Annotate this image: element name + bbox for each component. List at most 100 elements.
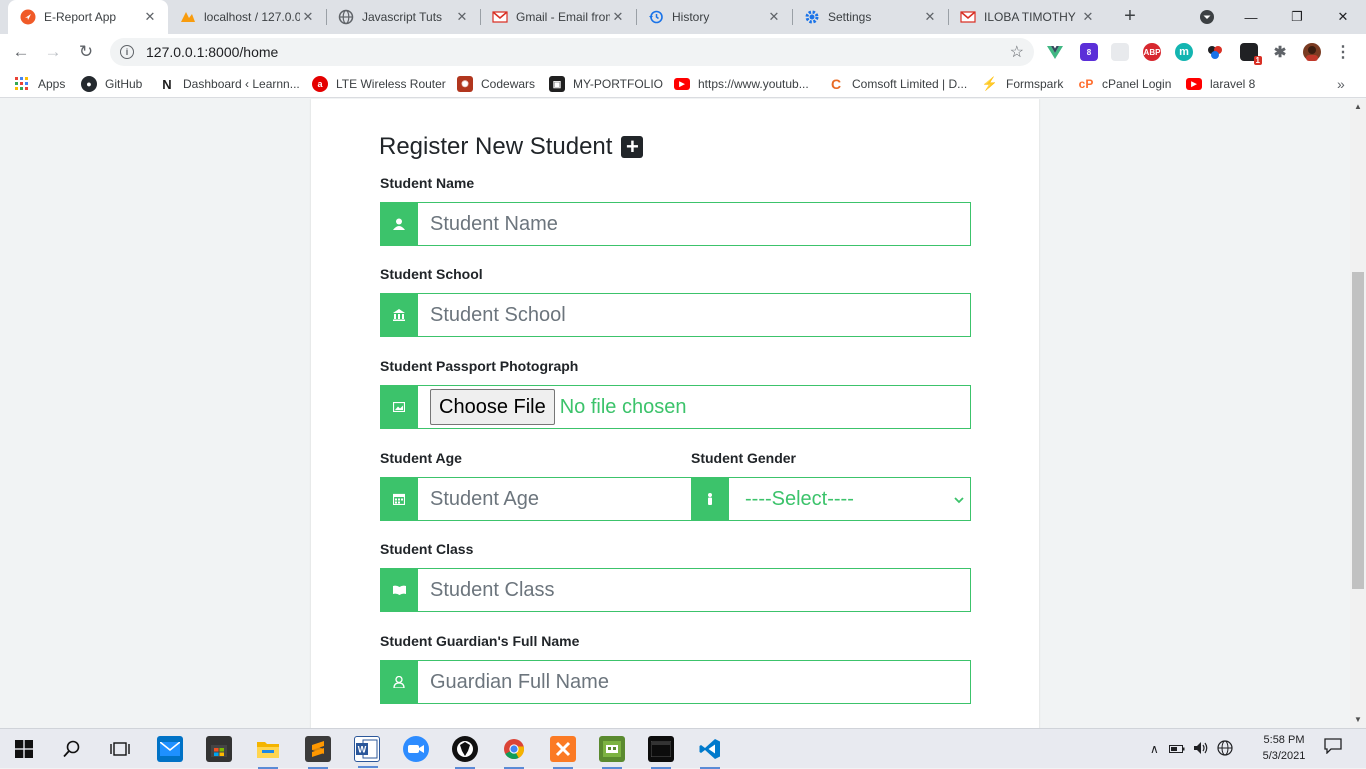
tab-search-icon[interactable] bbox=[1184, 0, 1230, 34]
bookmark-github[interactable]: ● GitHub bbox=[81, 75, 142, 93]
vscode-icon[interactable] bbox=[697, 736, 723, 769]
student-name-label: Student Name bbox=[380, 175, 475, 191]
bookmark-apps[interactable]: Apps bbox=[14, 75, 65, 93]
search-icon[interactable] bbox=[59, 736, 85, 762]
codewars-icon: ✺ bbox=[457, 76, 473, 92]
scroll-up-icon[interactable]: ▲ bbox=[1350, 99, 1366, 115]
close-icon[interactable]: ✕ bbox=[300, 9, 316, 25]
bookmark-comsoft[interactable]: C Comsoft Limited | D... bbox=[828, 75, 967, 93]
zoom-icon[interactable] bbox=[403, 736, 429, 762]
minecraft-icon[interactable] bbox=[599, 736, 625, 769]
notification-icon[interactable] bbox=[1322, 738, 1344, 758]
new-tab-icon[interactable]: + bbox=[1118, 5, 1142, 29]
word-icon[interactable]: W bbox=[354, 736, 380, 768]
phpmyadmin-icon bbox=[180, 9, 196, 25]
chrome-icon[interactable] bbox=[501, 736, 527, 769]
restore-icon[interactable]: ❐ bbox=[1274, 0, 1320, 34]
tab-gmail[interactable]: Gmail - Email from ✕ bbox=[480, 0, 636, 34]
window-close-icon[interactable]: ✕ bbox=[1320, 0, 1366, 34]
student-passport-label: Student Passport Photograph bbox=[380, 358, 579, 374]
close-icon[interactable]: ✕ bbox=[922, 9, 938, 25]
menu-kebab-icon[interactable]: ⋮ bbox=[1334, 43, 1352, 61]
guardian-name-input[interactable] bbox=[418, 660, 971, 704]
student-class-group bbox=[380, 568, 971, 612]
sublime-icon[interactable] bbox=[305, 736, 331, 769]
close-icon[interactable]: ✕ bbox=[454, 9, 470, 25]
bookmark-cpanel[interactable]: cP cPanel Login bbox=[1078, 75, 1172, 93]
extension-blank-icon[interactable] bbox=[1111, 43, 1129, 61]
bookmark-star-icon[interactable]: ☆ bbox=[1010, 42, 1024, 62]
task-view-icon[interactable] bbox=[107, 736, 133, 762]
page-viewport: Register New Student + Student Name Stud… bbox=[0, 99, 1350, 728]
back-icon[interactable]: ← bbox=[8, 39, 34, 65]
circles-extension-icon[interactable] bbox=[1206, 43, 1224, 61]
m-extension-icon[interactable]: m bbox=[1175, 43, 1193, 61]
extension-1-icon[interactable]: 1 bbox=[1240, 43, 1262, 65]
puzzle-icon[interactable]: ✱ bbox=[1271, 43, 1289, 61]
scrollbar-thumb[interactable] bbox=[1352, 272, 1364, 589]
file-explorer-icon[interactable] bbox=[255, 736, 281, 769]
tab-iloba-timothy[interactable]: ILOBA TIMOTHY ✕ bbox=[948, 0, 1106, 34]
student-class-input[interactable] bbox=[418, 568, 971, 612]
tab-settings[interactable]: Settings ✕ bbox=[792, 0, 948, 34]
taskbar-clock[interactable]: 5:58 PM 5/3/2021 bbox=[1256, 732, 1312, 764]
gmail-icon bbox=[492, 9, 508, 25]
bookmark-formspark[interactable]: ⚡ Formspark bbox=[982, 75, 1063, 93]
tab-e-report-app[interactable]: E-Report App ✕ bbox=[8, 0, 168, 34]
bookmark-my-portfolio[interactable]: ▣ MY-PORTFOLIO bbox=[549, 75, 663, 93]
battery-icon[interactable] bbox=[1168, 742, 1185, 757]
network-globe-icon[interactable] bbox=[1217, 739, 1233, 759]
vue-devtools-icon[interactable] bbox=[1046, 43, 1064, 61]
minimize-icon[interactable]: — bbox=[1228, 0, 1274, 34]
bookmark-youtube[interactable]: ▶ https://www.youtub... bbox=[674, 75, 809, 93]
cpanel-icon: cP bbox=[1078, 77, 1094, 91]
tab-strip: E-Report App ✕ localhost / 127.0.0 ✕ Jav… bbox=[0, 0, 1366, 34]
scroll-down-icon[interactable]: ▼ bbox=[1350, 712, 1366, 728]
tab-javascript-tuts[interactable]: Javascript Tuts ✕ bbox=[326, 0, 480, 34]
bookmarks-overflow-icon[interactable]: » bbox=[1337, 75, 1345, 93]
student-age-group bbox=[380, 477, 696, 521]
close-icon[interactable]: ✕ bbox=[610, 9, 626, 25]
terminal-icon[interactable] bbox=[648, 736, 674, 769]
choose-file-button[interactable]: Choose File bbox=[430, 389, 555, 425]
avatar[interactable] bbox=[1303, 43, 1321, 61]
reload-icon[interactable]: ↻ bbox=[73, 39, 99, 65]
student-school-input[interactable] bbox=[418, 293, 971, 337]
tab-localhost[interactable]: localhost / 127.0.0 ✕ bbox=[168, 0, 326, 34]
student-passport-group: Choose File No file chosen bbox=[380, 385, 971, 429]
tab-title: History bbox=[672, 10, 710, 24]
tab-history[interactable]: History ✕ bbox=[636, 0, 792, 34]
student-school-group bbox=[380, 293, 971, 337]
student-gender-select[interactable]: ----Select---- bbox=[729, 477, 971, 521]
close-icon[interactable]: ✕ bbox=[766, 9, 782, 25]
student-gender-group: ----Select---- bbox=[691, 477, 971, 521]
close-icon[interactable]: ✕ bbox=[142, 9, 158, 25]
book-icon bbox=[380, 568, 418, 612]
user-icon bbox=[380, 202, 418, 246]
site-info-icon[interactable]: i bbox=[120, 45, 134, 59]
chevron-up-icon[interactable]: ∧ bbox=[1150, 742, 1159, 756]
address-bar[interactable]: i 127.0.0.1:8000/home ☆ bbox=[110, 38, 1034, 66]
extension-8-icon[interactable]: 8 bbox=[1080, 43, 1098, 61]
forward-icon[interactable]: → bbox=[40, 39, 66, 65]
page-scrollbar[interactable]: ▲ ▼ bbox=[1350, 99, 1366, 728]
tab-title: Javascript Tuts bbox=[362, 10, 443, 24]
bookmark-codewars[interactable]: ✺ Codewars bbox=[457, 75, 535, 93]
adblock-plus-icon[interactable]: ABP bbox=[1143, 43, 1161, 61]
inkscape-icon[interactable] bbox=[452, 736, 478, 769]
guardian-name-label: Student Guardian's Full Name bbox=[380, 633, 580, 649]
student-name-input[interactable] bbox=[418, 202, 971, 246]
xampp-icon[interactable] bbox=[550, 736, 576, 769]
chevron-down-icon bbox=[954, 492, 964, 507]
bookmark-dashboard-learnn[interactable]: N Dashboard ‹ Learnn... bbox=[159, 75, 299, 93]
bookmark-laravel-8[interactable]: ▶ laravel 8 bbox=[1186, 75, 1255, 93]
mail-icon[interactable] bbox=[157, 736, 183, 762]
student-age-input[interactable] bbox=[418, 477, 696, 521]
close-icon[interactable]: ✕ bbox=[1080, 9, 1096, 25]
windows-start-icon[interactable] bbox=[11, 736, 37, 762]
bookmark-lte-router[interactable]: a LTE Wireless Router bbox=[312, 75, 446, 93]
tab-title: Settings bbox=[828, 10, 872, 24]
volume-icon[interactable] bbox=[1193, 741, 1209, 758]
gmail-icon bbox=[960, 9, 976, 25]
store-icon[interactable] bbox=[206, 736, 232, 762]
